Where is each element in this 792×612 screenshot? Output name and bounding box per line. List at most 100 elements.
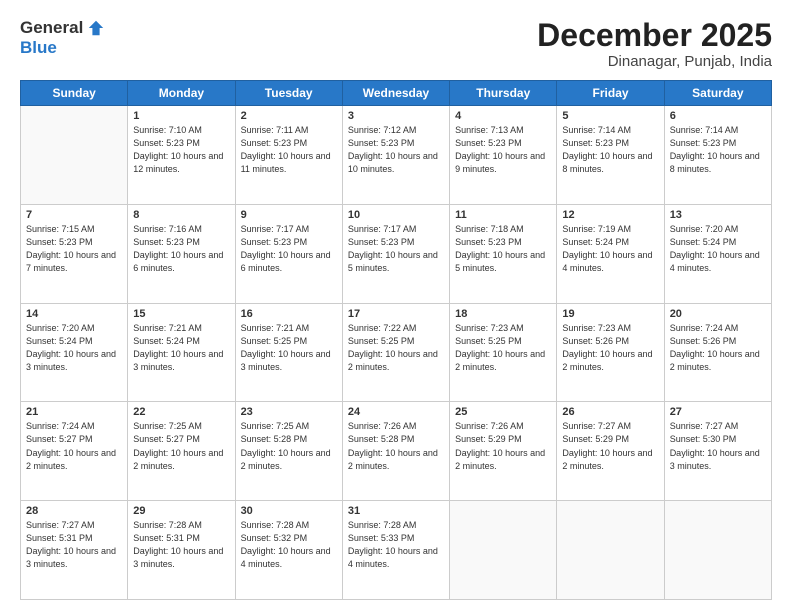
day-info: Sunrise: 7:26 AMSunset: 5:29 PMDaylight:… — [455, 420, 551, 472]
day-info: Sunrise: 7:27 AMSunset: 5:31 PMDaylight:… — [26, 519, 122, 571]
day-number: 13 — [670, 209, 766, 221]
calendar-cell: 23Sunrise: 7:25 AMSunset: 5:28 PMDayligh… — [235, 402, 342, 501]
day-info: Sunrise: 7:25 AMSunset: 5:27 PMDaylight:… — [133, 420, 229, 472]
calendar-cell: 4 Sunrise: 7:13 AMSunset: 5:23 PMDaylight… — [450, 106, 557, 205]
title-block: December 2025 Dinanagar, Punjab, India — [537, 18, 772, 70]
day-number: 22 — [133, 406, 229, 418]
day-number: 12 — [562, 209, 658, 221]
day-number: 26 — [562, 406, 658, 418]
calendar-cell — [557, 501, 664, 600]
calendar-cell: 26 Sunrise: 7:27 AMSunset: 5:29 PMDayligh… — [557, 402, 664, 501]
calendar-cell: 17 Sunrise: 7:22 AMSunset: 5:25 PMDayligh… — [342, 303, 449, 402]
calendar-cell: 31 Sunrise: 7:28 AMSunset: 5:33 PMDayligh… — [342, 501, 449, 600]
calendar-cell: 8 Sunrise: 7:16 AMSunset: 5:23 PMDaylight… — [128, 204, 235, 303]
calendar-cell: 1 Sunrise: 7:10 AMSunset: 5:23 PMDaylight… — [128, 106, 235, 205]
day-info: Sunrise: 7:24 AMSunset: 5:27 PMDaylight:… — [26, 420, 122, 472]
calendar-cell — [450, 501, 557, 600]
day-number: 27 — [670, 406, 766, 418]
day-number: 16 — [241, 308, 337, 320]
header: General Blue December 2025 Dinanagar, Pu… — [20, 18, 772, 70]
calendar-cell: 28Sunrise: 7:27 AMSunset: 5:31 PMDayligh… — [21, 501, 128, 600]
calendar-cell: 3 Sunrise: 7:12 AMSunset: 5:23 PMDaylight… — [342, 106, 449, 205]
day-number: 11 — [455, 209, 551, 221]
calendar-cell: 18 Sunrise: 7:23 AMSunset: 5:25 PMDayligh… — [450, 303, 557, 402]
day-info: Sunrise: 7:27 AMSunset: 5:29 PMDaylight:… — [562, 420, 658, 472]
day-info: Sunrise: 7:13 AMSunset: 5:23 PMDaylight:… — [455, 124, 551, 176]
day-info: Sunrise: 7:21 AMSunset: 5:24 PMDaylight:… — [133, 322, 229, 374]
day-number: 24 — [348, 406, 444, 418]
day-info: Sunrise: 7:23 AMSunset: 5:26 PMDaylight:… — [562, 322, 658, 374]
calendar-table: SundayMondayTuesdayWednesdayThursdayFrid… — [20, 80, 772, 600]
calendar-cell: 6Sunrise: 7:14 AMSunset: 5:23 PMDaylight… — [664, 106, 771, 205]
day-info: Sunrise: 7:21 AMSunset: 5:25 PMDaylight:… — [241, 322, 337, 374]
day-number: 5 — [562, 110, 658, 122]
day-info: Sunrise: 7:17 AMSunset: 5:23 PMDaylight:… — [241, 223, 337, 275]
calendar-cell: 20Sunrise: 7:24 AMSunset: 5:26 PMDayligh… — [664, 303, 771, 402]
day-info: Sunrise: 7:15 AMSunset: 5:23 PMDaylight:… — [26, 223, 122, 275]
calendar-week-row: 7 Sunrise: 7:15 AMSunset: 5:23 PMDaylight… — [21, 204, 772, 303]
day-info: Sunrise: 7:23 AMSunset: 5:25 PMDaylight:… — [455, 322, 551, 374]
day-info: Sunrise: 7:20 AMSunset: 5:24 PMDaylight:… — [670, 223, 766, 275]
calendar-cell: 21 Sunrise: 7:24 AMSunset: 5:27 PMDayligh… — [21, 402, 128, 501]
day-number: 31 — [348, 505, 444, 517]
calendar-cell: 29Sunrise: 7:28 AMSunset: 5:31 PMDayligh… — [128, 501, 235, 600]
day-number: 8 — [133, 209, 229, 221]
day-info: Sunrise: 7:16 AMSunset: 5:23 PMDaylight:… — [133, 223, 229, 275]
day-number: 6 — [670, 110, 766, 122]
calendar-cell: 11 Sunrise: 7:18 AMSunset: 5:23 PMDayligh… — [450, 204, 557, 303]
day-number: 9 — [241, 209, 337, 221]
calendar-cell: 14 Sunrise: 7:20 AMSunset: 5:24 PMDayligh… — [21, 303, 128, 402]
day-number: 17 — [348, 308, 444, 320]
logo-general-text: General — [20, 18, 83, 38]
calendar-cell: 25 Sunrise: 7:26 AMSunset: 5:29 PMDayligh… — [450, 402, 557, 501]
day-info: Sunrise: 7:28 AMSunset: 5:31 PMDaylight:… — [133, 519, 229, 571]
day-number: 14 — [26, 308, 122, 320]
calendar-cell: 16 Sunrise: 7:21 AMSunset: 5:25 PMDayligh… — [235, 303, 342, 402]
day-number: 3 — [348, 110, 444, 122]
day-info: Sunrise: 7:14 AMSunset: 5:23 PMDaylight:… — [562, 124, 658, 176]
day-number: 7 — [26, 209, 122, 221]
day-info: Sunrise: 7:20 AMSunset: 5:24 PMDaylight:… — [26, 322, 122, 374]
calendar-cell: 13 Sunrise: 7:20 AMSunset: 5:24 PMDayligh… — [664, 204, 771, 303]
day-info: Sunrise: 7:12 AMSunset: 5:23 PMDaylight:… — [348, 124, 444, 176]
day-number: 25 — [455, 406, 551, 418]
day-number: 20 — [670, 308, 766, 320]
day-number: 1 — [133, 110, 229, 122]
calendar-cell: 24 Sunrise: 7:26 AMSunset: 5:28 PMDayligh… — [342, 402, 449, 501]
day-number: 15 — [133, 308, 229, 320]
calendar-cell: 22 Sunrise: 7:25 AMSunset: 5:27 PMDayligh… — [128, 402, 235, 501]
day-info: Sunrise: 7:19 AMSunset: 5:24 PMDaylight:… — [562, 223, 658, 275]
calendar-cell: 10Sunrise: 7:17 AMSunset: 5:23 PMDayligh… — [342, 204, 449, 303]
calendar-cell: 2 Sunrise: 7:11 AMSunset: 5:23 PMDaylight… — [235, 106, 342, 205]
page: General Blue December 2025 Dinanagar, Pu… — [0, 0, 792, 612]
calendar-cell: 7 Sunrise: 7:15 AMSunset: 5:23 PMDaylight… — [21, 204, 128, 303]
calendar-week-row: 14 Sunrise: 7:20 AMSunset: 5:24 PMDayligh… — [21, 303, 772, 402]
calendar-week-row: 21 Sunrise: 7:24 AMSunset: 5:27 PMDayligh… — [21, 402, 772, 501]
calendar-week-row: 1 Sunrise: 7:10 AMSunset: 5:23 PMDaylight… — [21, 106, 772, 205]
calendar-header-row: SundayMondayTuesdayWednesdayThursdayFrid… — [21, 81, 772, 106]
day-number: 2 — [241, 110, 337, 122]
calendar-cell — [21, 106, 128, 205]
location: Dinanagar, Punjab, India — [537, 53, 772, 70]
day-info: Sunrise: 7:28 AMSunset: 5:33 PMDaylight:… — [348, 519, 444, 571]
day-number: 30 — [241, 505, 337, 517]
calendar-header-saturday: Saturday — [664, 81, 771, 106]
day-info: Sunrise: 7:11 AMSunset: 5:23 PMDaylight:… — [241, 124, 337, 176]
calendar-week-row: 28Sunrise: 7:27 AMSunset: 5:31 PMDayligh… — [21, 501, 772, 600]
calendar-cell: 27 Sunrise: 7:27 AMSunset: 5:30 PMDayligh… — [664, 402, 771, 501]
day-info: Sunrise: 7:28 AMSunset: 5:32 PMDaylight:… — [241, 519, 337, 571]
calendar-header-friday: Friday — [557, 81, 664, 106]
day-info: Sunrise: 7:26 AMSunset: 5:28 PMDaylight:… — [348, 420, 444, 472]
day-number: 21 — [26, 406, 122, 418]
calendar-header-tuesday: Tuesday — [235, 81, 342, 106]
calendar-header-thursday: Thursday — [450, 81, 557, 106]
logo-blue-text: Blue — [20, 38, 57, 58]
calendar-cell — [664, 501, 771, 600]
day-number: 18 — [455, 308, 551, 320]
day-info: Sunrise: 7:22 AMSunset: 5:25 PMDaylight:… — [348, 322, 444, 374]
day-info: Sunrise: 7:27 AMSunset: 5:30 PMDaylight:… — [670, 420, 766, 472]
day-number: 4 — [455, 110, 551, 122]
day-info: Sunrise: 7:18 AMSunset: 5:23 PMDaylight:… — [455, 223, 551, 275]
calendar-header-wednesday: Wednesday — [342, 81, 449, 106]
day-info: Sunrise: 7:10 AMSunset: 5:23 PMDaylight:… — [133, 124, 229, 176]
